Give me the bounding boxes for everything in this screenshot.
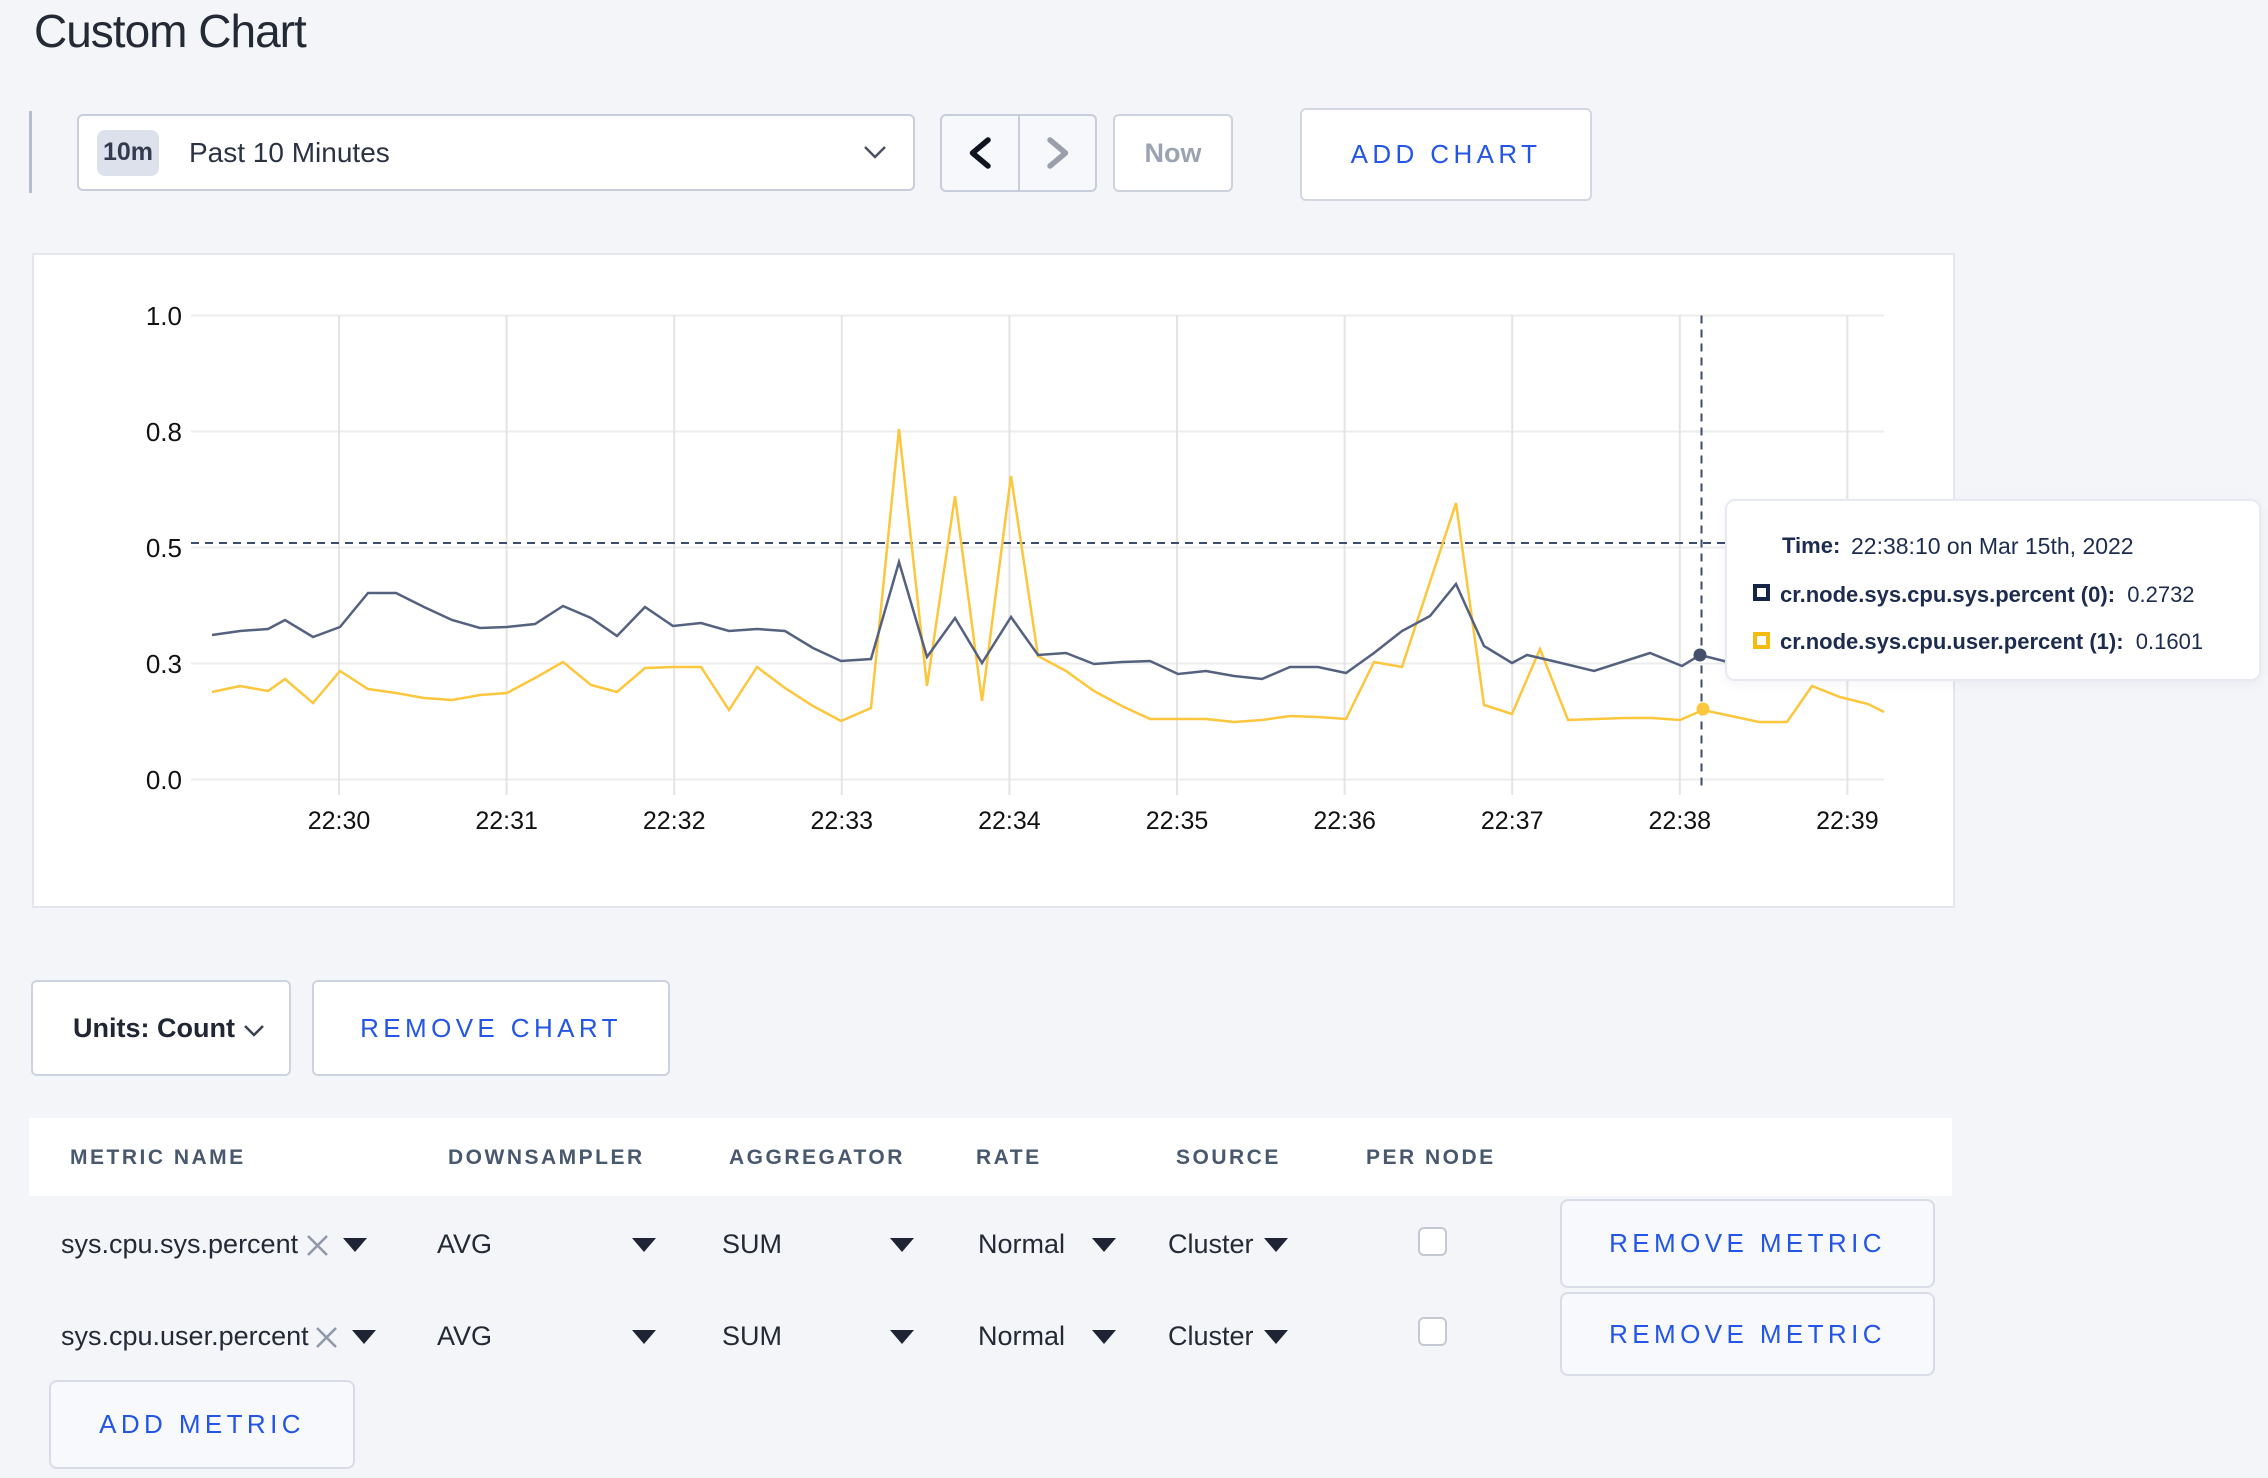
svg-text:22:32: 22:32 bbox=[643, 807, 706, 835]
svg-text:0.0: 0.0 bbox=[146, 765, 182, 795]
svg-text:0.3: 0.3 bbox=[146, 649, 182, 679]
svg-text:22:30: 22:30 bbox=[308, 807, 371, 835]
svg-text:22:36: 22:36 bbox=[1313, 807, 1376, 835]
svg-text:1.0: 1.0 bbox=[146, 301, 182, 331]
svg-text:22:37: 22:37 bbox=[1481, 807, 1544, 835]
svg-text:22:31: 22:31 bbox=[475, 807, 538, 835]
svg-text:22:35: 22:35 bbox=[1146, 807, 1209, 835]
svg-text:22:34: 22:34 bbox=[978, 807, 1041, 835]
svg-text:0.8: 0.8 bbox=[146, 417, 182, 447]
svg-text:22:38: 22:38 bbox=[1649, 807, 1712, 835]
svg-text:22:33: 22:33 bbox=[811, 807, 874, 835]
svg-text:22:39: 22:39 bbox=[1816, 807, 1879, 835]
svg-text:0.5: 0.5 bbox=[146, 533, 182, 563]
